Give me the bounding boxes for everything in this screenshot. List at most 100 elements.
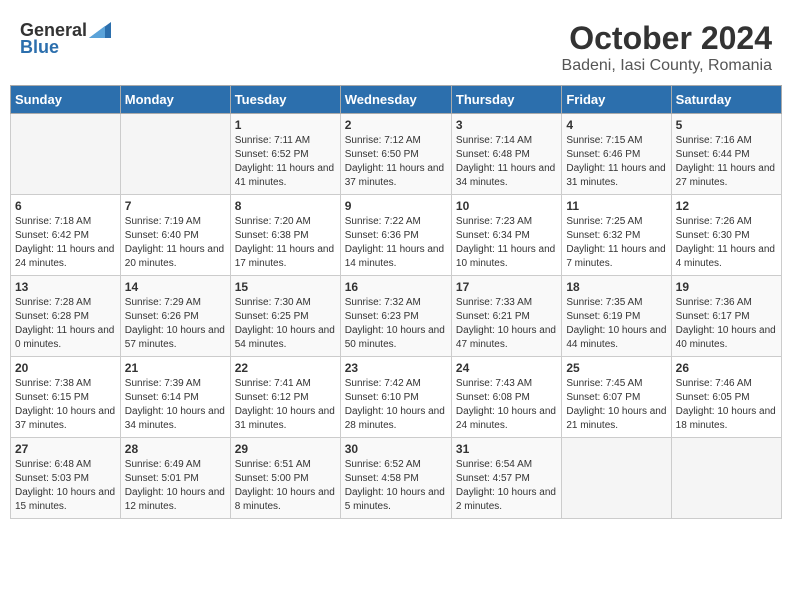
day-info: Sunrise: 7:19 AM Sunset: 6:40 PM Dayligh… — [125, 215, 226, 271]
day-info: Sunrise: 6:54 AM Sunset: 4:57 PM Dayligh… — [456, 458, 557, 514]
calendar-week-row: 1Sunrise: 7:11 AM Sunset: 6:52 PM Daylig… — [11, 114, 782, 195]
title-section: October 2024 Badeni, Iasi County, Romani… — [562, 20, 772, 75]
day-info: Sunrise: 7:39 AM Sunset: 6:14 PM Dayligh… — [125, 377, 226, 433]
calendar-cell: 21 Sunrise: 7:39 AM Sunset: 6:14 PM Dayli… — [120, 357, 230, 438]
day-number: 20 — [15, 361, 116, 375]
day-info: Sunrise: 7:45 AM Sunset: 6:07 PM Dayligh… — [566, 377, 666, 433]
calendar-cell: 13Sunrise: 7:28 AM Sunset: 6:28 PM Dayli… — [11, 276, 121, 357]
day-info: Sunrise: 7:14 AM Sunset: 6:48 PM Dayligh… — [456, 134, 557, 190]
calendar-cell: 16Sunrise: 7:32 AM Sunset: 6:23 PM Dayli… — [340, 276, 451, 357]
day-info: Sunrise: 7:11 AM Sunset: 6:52 PM Dayligh… — [235, 134, 336, 190]
calendar-cell: 3Sunrise: 7:14 AM Sunset: 6:48 PM Daylig… — [451, 114, 561, 195]
day-header-tuesday: Tuesday — [230, 86, 340, 114]
day-number: 2 — [345, 118, 447, 132]
calendar-cell: 19 Sunrise: 7:36 AM Sunset: 6:17 PM Dayli… — [671, 276, 781, 357]
month-year-title: October 2024 — [562, 20, 772, 57]
day-number: 15 — [235, 280, 336, 294]
day-header-friday: Friday — [562, 86, 671, 114]
calendar-cell: 26 Sunrise: 7:46 AM Sunset: 6:05 PM Dayli… — [671, 357, 781, 438]
day-info: Sunrise: 6:52 AM Sunset: 4:58 PM Dayligh… — [345, 458, 447, 514]
calendar-cell: 22 Sunrise: 7:41 AM Sunset: 6:12 PM Dayli… — [230, 357, 340, 438]
day-number: 12 — [676, 199, 777, 213]
day-info: Sunrise: 7:29 AM Sunset: 6:26 PM Dayligh… — [125, 296, 226, 352]
day-number: 26 — [676, 361, 777, 375]
day-number: 29 — [235, 442, 336, 456]
calendar-week-row: 27 Sunrise: 6:48 AM Sunset: 5:03 PM Dayli… — [11, 438, 782, 519]
calendar-cell: 17 Sunrise: 7:33 AM Sunset: 6:21 PM Dayli… — [451, 276, 561, 357]
day-info: Sunrise: 7:42 AM Sunset: 6:10 PM Dayligh… — [345, 377, 447, 433]
day-info: Sunrise: 7:23 AM Sunset: 6:34 PM Dayligh… — [456, 215, 557, 271]
day-number: 10 — [456, 199, 557, 213]
calendar-week-row: 20 Sunrise: 7:38 AM Sunset: 6:15 PM Dayli… — [11, 357, 782, 438]
day-number: 19 — [676, 280, 777, 294]
day-info: Sunrise: 7:35 AM Sunset: 6:19 PM Dayligh… — [566, 296, 666, 352]
calendar-cell — [11, 114, 121, 195]
day-number: 9 — [345, 199, 447, 213]
calendar-cell: 11 Sunrise: 7:25 AM Sunset: 6:32 PM Dayli… — [562, 195, 671, 276]
page-header: General Blue October 2024 Badeni, Iasi C… — [10, 10, 782, 80]
calendar-cell: 6Sunrise: 7:18 AM Sunset: 6:42 PM Daylig… — [11, 195, 121, 276]
day-number: 8 — [235, 199, 336, 213]
calendar-cell: 30 Sunrise: 6:52 AM Sunset: 4:58 PM Dayli… — [340, 438, 451, 519]
calendar-cell: 4 Sunrise: 7:15 AM Sunset: 6:46 PM Daylig… — [562, 114, 671, 195]
calendar-cell: 29 Sunrise: 6:51 AM Sunset: 5:00 PM Dayli… — [230, 438, 340, 519]
day-info: Sunrise: 7:41 AM Sunset: 6:12 PM Dayligh… — [235, 377, 336, 433]
day-number: 21 — [125, 361, 226, 375]
day-number: 22 — [235, 361, 336, 375]
day-info: Sunrise: 7:43 AM Sunset: 6:08 PM Dayligh… — [456, 377, 557, 433]
day-header-saturday: Saturday — [671, 86, 781, 114]
calendar-cell: 25 Sunrise: 7:45 AM Sunset: 6:07 PM Dayli… — [562, 357, 671, 438]
calendar-table: SundayMondayTuesdayWednesdayThursdayFrid… — [10, 85, 782, 519]
day-number: 6 — [15, 199, 116, 213]
calendar-cell: 31 Sunrise: 6:54 AM Sunset: 4:57 PM Dayli… — [451, 438, 561, 519]
day-info: Sunrise: 7:16 AM Sunset: 6:44 PM Dayligh… — [676, 134, 777, 190]
day-info: Sunrise: 6:49 AM Sunset: 5:01 PM Dayligh… — [125, 458, 226, 514]
calendar-cell: 24 Sunrise: 7:43 AM Sunset: 6:08 PM Dayli… — [451, 357, 561, 438]
logo-blue-text: Blue — [20, 37, 59, 58]
calendar-cell: 8 Sunrise: 7:20 AM Sunset: 6:38 PM Daylig… — [230, 195, 340, 276]
day-number: 25 — [566, 361, 666, 375]
day-info: Sunrise: 7:22 AM Sunset: 6:36 PM Dayligh… — [345, 215, 447, 271]
day-info: Sunrise: 6:48 AM Sunset: 5:03 PM Dayligh… — [15, 458, 116, 514]
calendar-cell: 20 Sunrise: 7:38 AM Sunset: 6:15 PM Dayli… — [11, 357, 121, 438]
calendar-cell: 2Sunrise: 7:12 AM Sunset: 6:50 PM Daylig… — [340, 114, 451, 195]
calendar-cell — [562, 438, 671, 519]
day-info: Sunrise: 7:26 AM Sunset: 6:30 PM Dayligh… — [676, 215, 777, 271]
day-header-wednesday: Wednesday — [340, 86, 451, 114]
day-number: 27 — [15, 442, 116, 456]
calendar-cell — [120, 114, 230, 195]
day-number: 17 — [456, 280, 557, 294]
calendar-cell: 5 Sunrise: 7:16 AM Sunset: 6:44 PM Daylig… — [671, 114, 781, 195]
day-info: Sunrise: 7:15 AM Sunset: 6:46 PM Dayligh… — [566, 134, 666, 190]
calendar-cell: 12 Sunrise: 7:26 AM Sunset: 6:30 PM Dayli… — [671, 195, 781, 276]
day-info: Sunrise: 7:38 AM Sunset: 6:15 PM Dayligh… — [15, 377, 116, 433]
day-number: 7 — [125, 199, 226, 213]
day-info: Sunrise: 6:51 AM Sunset: 5:00 PM Dayligh… — [235, 458, 336, 514]
day-info: Sunrise: 7:33 AM Sunset: 6:21 PM Dayligh… — [456, 296, 557, 352]
day-info: Sunrise: 7:46 AM Sunset: 6:05 PM Dayligh… — [676, 377, 777, 433]
day-info: Sunrise: 7:36 AM Sunset: 6:17 PM Dayligh… — [676, 296, 777, 352]
day-number: 16 — [345, 280, 447, 294]
calendar-cell — [671, 438, 781, 519]
day-number: 24 — [456, 361, 557, 375]
logo: General Blue — [20, 20, 111, 58]
day-info: Sunrise: 7:20 AM Sunset: 6:38 PM Dayligh… — [235, 215, 336, 271]
day-info: Sunrise: 7:25 AM Sunset: 6:32 PM Dayligh… — [566, 215, 666, 271]
calendar-cell: 1Sunrise: 7:11 AM Sunset: 6:52 PM Daylig… — [230, 114, 340, 195]
calendar-cell: 10 Sunrise: 7:23 AM Sunset: 6:34 PM Dayli… — [451, 195, 561, 276]
calendar-week-row: 13Sunrise: 7:28 AM Sunset: 6:28 PM Dayli… — [11, 276, 782, 357]
day-number: 23 — [345, 361, 447, 375]
day-number: 4 — [566, 118, 666, 132]
day-number: 5 — [676, 118, 777, 132]
calendar-cell: 7 Sunrise: 7:19 AM Sunset: 6:40 PM Daylig… — [120, 195, 230, 276]
day-header-sunday: Sunday — [11, 86, 121, 114]
day-number: 18 — [566, 280, 666, 294]
calendar-cell: 14Sunrise: 7:29 AM Sunset: 6:26 PM Dayli… — [120, 276, 230, 357]
calendar-week-row: 6Sunrise: 7:18 AM Sunset: 6:42 PM Daylig… — [11, 195, 782, 276]
day-number: 11 — [566, 199, 666, 213]
day-number: 28 — [125, 442, 226, 456]
calendar-cell: 9 Sunrise: 7:22 AM Sunset: 6:36 PM Daylig… — [340, 195, 451, 276]
day-number: 31 — [456, 442, 557, 456]
day-number: 30 — [345, 442, 447, 456]
location-subtitle: Badeni, Iasi County, Romania — [562, 57, 772, 75]
